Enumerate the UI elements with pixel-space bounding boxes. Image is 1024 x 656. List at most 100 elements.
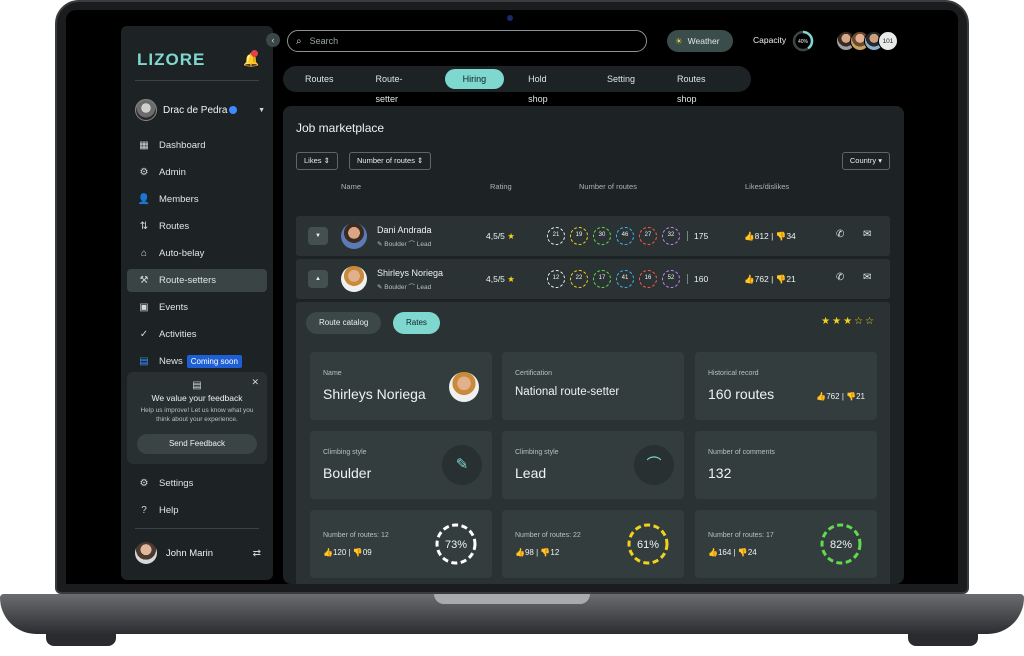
shoe-icon: ✎ xyxy=(442,445,482,485)
thumbs-up-icon: 👍 xyxy=(323,548,333,557)
grade-counts: 12 22 17 41 16 52 160 xyxy=(547,270,708,288)
col-header-name: Name xyxy=(341,182,362,191)
card-value: 132 xyxy=(708,465,732,481)
rating: 4,5/5 ★ xyxy=(486,274,515,285)
avatar xyxy=(135,99,157,121)
likes-dislikes: 👍120 | 👎09 xyxy=(323,548,372,557)
sidebar-item-settings[interactable]: ⚙ Settings xyxy=(127,472,267,495)
feedback-title: We value your feedback xyxy=(151,393,243,403)
search-input[interactable] xyxy=(309,36,610,46)
news-icon: ▤ xyxy=(139,356,149,367)
page-title: Job marketplace xyxy=(296,121,385,135)
rates-button[interactable]: Rates xyxy=(393,312,440,334)
divider xyxy=(135,528,259,529)
help-icon: ? xyxy=(141,505,147,516)
sidebar-item-routes[interactable]: ⇅ Routes xyxy=(127,215,267,238)
capacity-value: 40% xyxy=(798,39,809,45)
user-name: John Marin xyxy=(166,547,213,559)
chevron-down-icon: ▼ xyxy=(258,106,265,114)
calendar-icon: ▣ xyxy=(139,302,149,313)
likes-count: 120 xyxy=(332,548,347,557)
card-value: 160 routes xyxy=(708,386,775,402)
style-lead: Lead xyxy=(416,241,432,248)
card-label: Historical record xyxy=(708,370,759,377)
current-user[interactable]: John Marin ⇄ xyxy=(135,541,261,565)
online-users[interactable]: 101 xyxy=(836,31,898,51)
card-label: Number of routes: 17 xyxy=(708,532,774,539)
collapse-row-button[interactable]: ▲ xyxy=(308,270,328,288)
card-label: Number of comments xyxy=(708,449,775,456)
sidebar-item-label: Events xyxy=(159,302,189,313)
sidebar-item-auto-belay[interactable]: ⌂ Auto-belay xyxy=(127,242,267,265)
sidebar-item-label: Routes xyxy=(159,221,190,232)
sidebar-item-activities[interactable]: ✓ Activities xyxy=(127,323,267,346)
feedback-text: Help us improve! Let us know what you th… xyxy=(140,407,254,423)
table-row[interactable]: ▼ Dani Andrada ✎ Boulder ⌒ Lead 4,5/5 ★ … xyxy=(296,216,890,256)
card-label: Climbing style xyxy=(515,449,559,456)
collapse-sidebar-button[interactable]: ‹ xyxy=(266,33,280,47)
routes-total: 175 xyxy=(687,231,708,241)
account-switcher[interactable]: Drac de Pedra ▼ xyxy=(135,98,265,122)
tab-routes-shop[interactable]: Routes shop xyxy=(659,69,741,104)
sidebar-item-members[interactable]: 👤 Members xyxy=(127,188,267,211)
more-users-count: 101 xyxy=(878,31,898,51)
grade-count: 12 xyxy=(547,270,565,288)
dislikes-count: 34 xyxy=(786,231,796,241)
phone-icon[interactable]: ✆ xyxy=(836,272,844,283)
sidebar-item-label: News xyxy=(159,356,183,367)
grade-count: 22 xyxy=(570,270,588,288)
weather-button[interactable]: ☀ Weather xyxy=(667,30,733,52)
sidebar-item-dashboard[interactable]: ▦ Dashboard xyxy=(127,134,267,157)
sidebar-item-events[interactable]: ▣ Events xyxy=(127,296,267,319)
sidebar-item-help[interactable]: ? Help xyxy=(127,499,267,522)
tab-routes[interactable]: Routes xyxy=(287,69,352,89)
table-row[interactable]: ▲ Shirleys Noriega ✎ Boulder ⌒ Lead 4,5/… xyxy=(296,259,890,299)
send-feedback-button[interactable]: Send Feedback xyxy=(137,434,257,454)
routes-total: 160 xyxy=(687,274,708,284)
drill-icon: ⚒ xyxy=(139,275,149,286)
route-catalog-button[interactable]: Route catalog xyxy=(306,312,382,334)
checklist-icon: ✓ xyxy=(139,329,149,340)
grade-count: 16 xyxy=(639,270,657,288)
thumbs-down-icon: 👎 xyxy=(846,392,857,401)
style-boulder: Boulder xyxy=(384,241,407,248)
admin-icon: ⚙ xyxy=(139,167,149,178)
sidebar-item-admin[interactable]: ⚙ Admin xyxy=(127,161,267,184)
sort-icon: ⇕ xyxy=(323,156,330,165)
sidebar-item-route-setters[interactable]: ⚒ Route-setters xyxy=(127,269,267,292)
laptop-frame: LIZORE 🔔 Drac de Pedra ▼ ▦ Dashboard ⚙ Adm… xyxy=(0,0,1024,656)
likes-sort-button[interactable]: Likes ⇕ xyxy=(296,152,338,170)
laptop-hinge-notch xyxy=(434,594,590,604)
thumbs-up-icon: 👍 xyxy=(708,548,718,557)
tab-setting[interactable]: Setting xyxy=(589,69,653,89)
search-bar[interactable]: ⌕ xyxy=(287,30,647,52)
routes-sort-button[interactable]: Number of routes ⇕ xyxy=(349,152,432,170)
likes-dislikes: 👍762 | 👎21 xyxy=(744,274,796,284)
dislikes-count: 24 xyxy=(747,548,757,557)
app: LIZORE 🔔 Drac de Pedra ▼ ▦ Dashboard ⚙ Adm… xyxy=(66,10,958,584)
comments-card: Number of comments 132 xyxy=(695,431,877,499)
country-dropdown[interactable]: Country ▾ xyxy=(841,152,890,170)
col-header-likes: Likes/dislikes xyxy=(745,182,790,191)
account-name: Drac de Pedra xyxy=(163,104,228,116)
tab-hiring[interactable]: Hiring xyxy=(444,69,505,89)
tab-route-setter[interactable]: Route-setter xyxy=(358,69,439,104)
mail-icon[interactable]: ✉ xyxy=(863,229,871,240)
tab-hold-shop[interactable]: Hold shop xyxy=(510,69,583,104)
expand-row-button[interactable]: ▼ xyxy=(308,227,328,245)
mail-icon[interactable]: ✉ xyxy=(863,272,871,283)
switch-user-icon[interactable]: ⇄ xyxy=(253,548,261,559)
sidebar-item-label: Route-setters xyxy=(159,275,217,286)
percent-ring: 73% xyxy=(435,523,477,565)
setter-name: Shirleys Noriega xyxy=(377,268,444,278)
avatar xyxy=(341,223,367,249)
routes-stat-card: Number of routes: 22 👍98 | 👎12 61% xyxy=(502,510,684,578)
routes-stat-card: Number of routes: 12 👍120 | 👎09 73% xyxy=(310,510,492,578)
grade-count: 46 xyxy=(616,227,634,245)
sidebar-item-news[interactable]: ▤ News Coming soon xyxy=(127,350,267,373)
avatar xyxy=(135,542,157,564)
close-icon[interactable]: ✕ xyxy=(251,377,259,388)
phone-icon[interactable]: ✆ xyxy=(836,229,844,240)
rating-value: 4,5/5 xyxy=(486,231,505,241)
likes-count: 98 xyxy=(524,548,534,557)
